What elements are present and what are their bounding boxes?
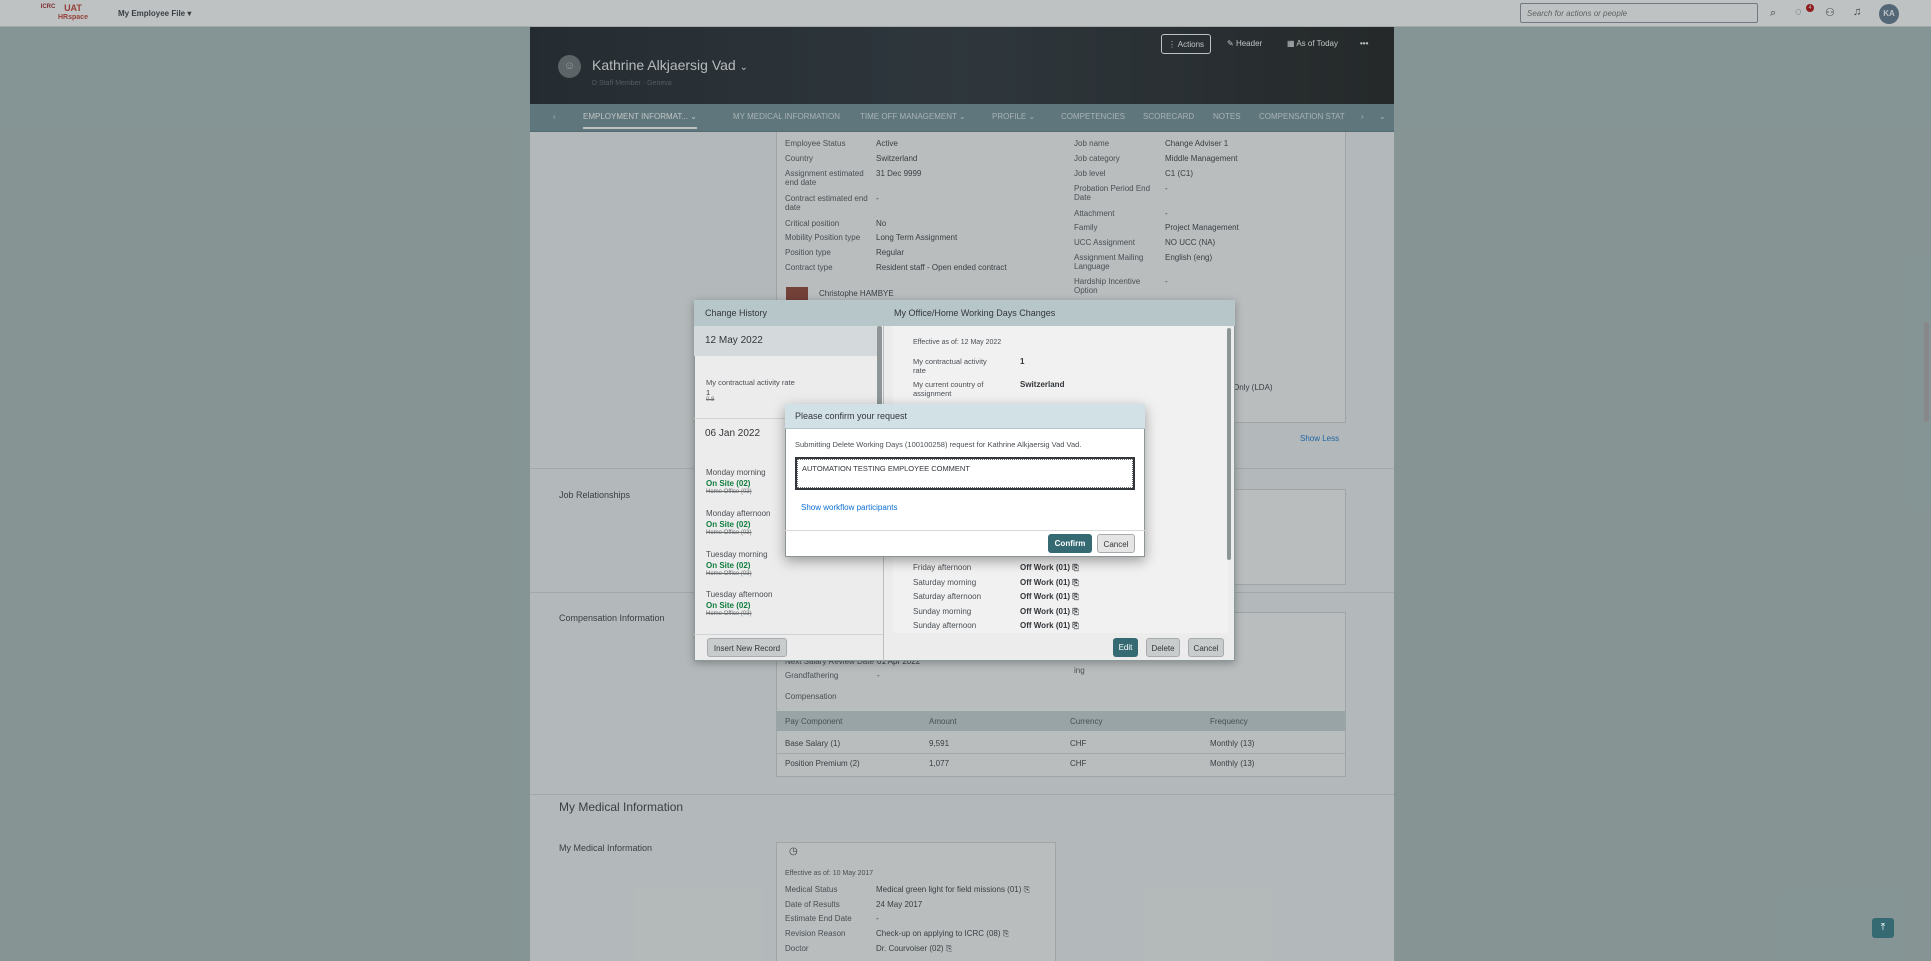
copy-icon[interactable]: ⎘ (1072, 578, 1078, 587)
day-value: Off Work (01) ⎘ (1020, 563, 1079, 572)
rate-label: My contractual activity rate (706, 378, 795, 387)
page-scrollbar[interactable] (1924, 322, 1929, 422)
rate-new: 1 (706, 388, 711, 397)
field-value: Switzerland (1020, 380, 1065, 389)
day-label: Tuesday afternoon (706, 590, 773, 599)
footer-divider (694, 634, 883, 635)
delete-button[interactable]: Delete (1146, 638, 1180, 657)
working-days-title: My Office/Home Working Days Changes (884, 300, 1235, 326)
cancel-button[interactable]: Cancel (1097, 534, 1135, 553)
day-value: Off Work (01) ⎘ (1020, 621, 1079, 630)
day-new: On Site (02) (706, 479, 751, 488)
history-entry-selected[interactable]: 12 May 2022 (694, 326, 877, 356)
day-old: Home Office (03) (706, 611, 752, 617)
day-value: Off Work (01) ⎘ (1020, 607, 1079, 616)
day-label: Sunday afternoon (913, 621, 977, 630)
insert-new-record-button[interactable]: Insert New Record (707, 638, 787, 657)
day-label: Monday afternoon (706, 509, 771, 518)
day-label: Monday morning (706, 468, 766, 477)
dialog-message: Submitting Delete Working Days (10010025… (795, 440, 1082, 449)
edit-button[interactable]: Edit (1113, 638, 1138, 657)
day-old: Home Office (03) (706, 489, 752, 495)
field-label: My current country of assignment (913, 380, 984, 398)
day-value: Off Work (01) ⎘ (1020, 578, 1079, 587)
copy-icon[interactable]: ⎘ (1072, 621, 1078, 630)
copy-icon[interactable]: ⎘ (1072, 563, 1078, 572)
day-new: On Site (02) (706, 601, 751, 610)
day-label: Friday afternoon (913, 563, 972, 572)
field-value: 1 (1020, 357, 1025, 366)
day-new: On Site (02) (706, 561, 751, 570)
confirm-button[interactable]: Confirm (1048, 534, 1092, 553)
scroll-to-top-button[interactable]: ⤒ (1872, 918, 1894, 938)
day-new: On Site (02) (706, 520, 751, 529)
change-history-title: Change History (694, 300, 884, 326)
day-value: Off Work (01) ⎘ (1020, 592, 1079, 601)
show-workflow-participants-link[interactable]: Show workflow participants (801, 503, 897, 512)
cancel-history-button[interactable]: Cancel (1188, 638, 1224, 657)
dialog-title: Please confirm your request (785, 404, 1145, 429)
copy-icon[interactable]: ⎘ (1072, 592, 1078, 601)
rate-old: 0.8 (706, 397, 715, 403)
day-label: Saturday afternoon (913, 592, 982, 601)
effective-date: Effective as of: 12 May 2022 (913, 339, 1002, 346)
day-label: Sunday morning (913, 607, 972, 616)
day-label: Saturday morning (913, 578, 977, 587)
field-label: My contractual activity rate (913, 357, 987, 375)
detail-scrollbar[interactable] (1227, 328, 1231, 560)
day-old: Home Office (03) (706, 530, 752, 536)
copy-icon[interactable]: ⎘ (1072, 607, 1078, 616)
dialog-footer-divider (785, 530, 1145, 531)
day-old: Home Office (03) (706, 571, 752, 577)
day-label: Tuesday morning (706, 550, 768, 559)
comment-textarea[interactable]: AUTOMATION TESTING EMPLOYEE COMMENT (795, 457, 1135, 490)
